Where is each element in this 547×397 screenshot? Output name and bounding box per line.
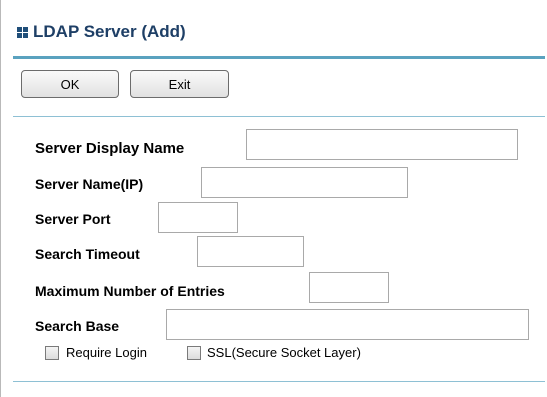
display-name-input[interactable] — [246, 129, 518, 160]
page-title: LDAP Server (Add) — [33, 22, 186, 41]
max-entries-label: Maximum Number of Entries — [35, 283, 225, 299]
page-header: LDAP Server (Add) — [17, 20, 186, 44]
server-port-input[interactable] — [158, 202, 238, 233]
search-base-label: Search Base — [35, 318, 120, 334]
search-timeout-label: Search Timeout — [35, 246, 140, 262]
server-port-label: Server Port — [35, 211, 111, 227]
search-timeout-input[interactable] — [197, 236, 304, 267]
footer-divider — [13, 381, 545, 382]
ok-button[interactable]: OK — [21, 70, 119, 98]
header-divider — [13, 56, 545, 59]
ssl-checkbox[interactable] — [187, 346, 201, 360]
exit-button[interactable]: Exit — [130, 70, 229, 98]
server-name-input[interactable] — [201, 167, 408, 198]
ssl-label: SSL(Secure Socket Layer) — [207, 345, 361, 360]
max-entries-input[interactable] — [309, 272, 389, 303]
toolbar-divider — [13, 116, 545, 117]
grid-icon — [17, 26, 28, 38]
server-name-label: Server Name(IP) — [35, 176, 144, 192]
require-login-label: Require Login — [66, 345, 147, 360]
left-border — [0, 0, 1, 397]
search-base-input[interactable] — [166, 309, 529, 340]
require-login-checkbox[interactable] — [45, 346, 59, 360]
display-name-label: Server Display Name — [35, 140, 185, 157]
